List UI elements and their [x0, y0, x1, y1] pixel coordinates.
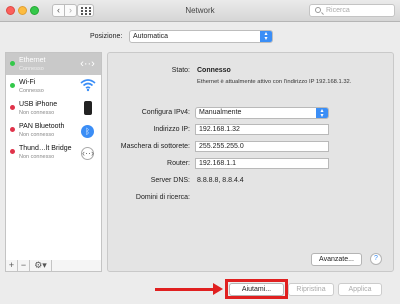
- configure-ipv4-label: Configura IPv4:: [141, 109, 190, 116]
- popup-arrows-icon: ▴ ▾: [260, 31, 272, 42]
- detail-panel: Stato: Connesso Ethernet è attualmente a…: [107, 52, 394, 272]
- service-name: USB iPhone: [19, 101, 58, 108]
- service-status: Non connesso: [19, 154, 55, 160]
- iphone-icon: [79, 100, 96, 116]
- ethernet-icon: ‹··›: [80, 58, 95, 70]
- annotation-highlight-box: [225, 279, 288, 299]
- service-item-wifi[interactable]: Wi-Fi Connesso: [6, 75, 101, 97]
- title-bar: ‹ › Network Ricerca: [0, 0, 400, 22]
- service-item-pan-bluetooth[interactable]: PAN Bluetooth Non connesso ᛒ: [6, 119, 101, 141]
- status-dot: [10, 127, 15, 132]
- advanced-button[interactable]: Avanzate...: [311, 253, 362, 266]
- router-label: Router:: [167, 160, 190, 167]
- annotation-arrow: [155, 288, 215, 291]
- remove-service-button[interactable]: −: [18, 260, 30, 271]
- apply-button[interactable]: Applica: [338, 283, 382, 296]
- subnet-mask-label: Maschera di sottorete:: [120, 143, 190, 150]
- service-list-toolbar: + − ⚙▾: [5, 260, 102, 272]
- status-description: Ethernet è attualmente attivo con l'indi…: [197, 79, 352, 85]
- add-service-button[interactable]: +: [6, 260, 18, 271]
- service-item-usb-iphone[interactable]: USB iPhone Non connesso: [6, 97, 101, 119]
- status-dot: [10, 83, 15, 88]
- search-field[interactable]: Ricerca: [309, 4, 395, 17]
- search-placeholder: Ricerca: [326, 7, 350, 14]
- service-name: Thund…lt Bridge: [19, 145, 72, 152]
- router-field[interactable]: 192.168.1.1: [195, 158, 329, 169]
- location-value: Automatica: [133, 33, 169, 40]
- configure-ipv4-select[interactable]: Manualmente ▴ ▾: [195, 107, 329, 119]
- service-status: Connesso: [19, 66, 44, 72]
- search-icon: [315, 7, 321, 13]
- location-select[interactable]: Automatica ▴ ▾: [129, 30, 273, 43]
- service-name: Wi-Fi: [19, 79, 36, 86]
- subnet-mask-field[interactable]: 255.255.255.0: [195, 141, 329, 152]
- status-dot: [10, 61, 15, 66]
- wifi-icon: [79, 78, 96, 94]
- location-label: Posizione:: [90, 33, 123, 40]
- service-item-thunderbolt-bridge[interactable]: Thund…lt Bridge Non connesso ‹··›: [6, 141, 101, 163]
- ip-address-field[interactable]: 192.168.1.32: [195, 124, 329, 135]
- gear-menu-button[interactable]: ⚙▾: [30, 260, 52, 271]
- service-status: Non connesso: [19, 132, 55, 138]
- dns-server-label: Server DNS:: [150, 177, 190, 184]
- service-name: Ethernet: [19, 57, 46, 64]
- help-icon[interactable]: ?: [370, 253, 382, 265]
- ip-address-label: Indirizzo IP:: [153, 126, 190, 133]
- annotation-arrow-head: [213, 283, 223, 295]
- status-dot: [10, 149, 15, 154]
- service-list: Ethernet Connesso ‹··› Wi-Fi Connesso US…: [5, 52, 102, 261]
- service-status: Non connesso: [19, 110, 55, 116]
- service-item-ethernet[interactable]: Ethernet Connesso ‹··›: [6, 53, 101, 75]
- status-value: Connesso: [197, 67, 231, 74]
- search-domains-label: Domini di ricerca:: [135, 194, 190, 201]
- thunderbolt-icon: ‹··›: [81, 147, 94, 160]
- dns-server-value: 8.8.8.8, 8.8.4.4: [197, 177, 244, 184]
- service-status: Connesso: [19, 88, 44, 94]
- popup-arrows-icon: ▴ ▾: [316, 108, 328, 119]
- revert-button[interactable]: Ripristina: [288, 283, 334, 296]
- service-name: PAN Bluetooth: [19, 123, 65, 130]
- configure-ipv4-value: Manualmente: [199, 109, 242, 116]
- bluetooth-icon: ᛒ: [79, 122, 96, 138]
- status-label: Stato:: [171, 67, 190, 74]
- status-dot: [10, 105, 15, 110]
